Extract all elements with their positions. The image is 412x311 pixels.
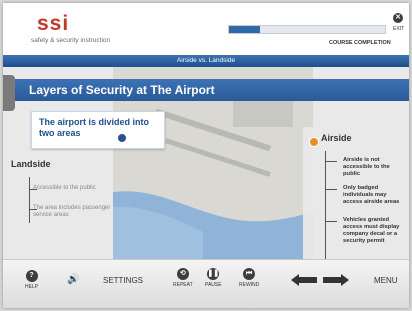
airside-panel: Airside Airside is not accessible to the… bbox=[303, 127, 409, 259]
landside-marker[interactable] bbox=[117, 133, 127, 143]
help-button[interactable]: ? HELP bbox=[25, 270, 38, 290]
footer-controls: ? HELP 🔊 SETTINGS ⟲ REPEAT ❚❚ PAUSE ⏮ RE… bbox=[3, 259, 409, 308]
header: ssi safety & security instruction COURSE… bbox=[3, 3, 409, 55]
landside-item: The area includes passenger service area… bbox=[33, 205, 111, 218]
progress-fill bbox=[229, 26, 261, 33]
logo: ssi bbox=[37, 12, 70, 35]
pause-button[interactable]: ❚❚ PAUSE bbox=[205, 268, 222, 288]
rewind-icon: ⏮ bbox=[243, 268, 256, 280]
repeat-icon: ⟲ bbox=[176, 268, 189, 280]
next-arrow-icon[interactable] bbox=[323, 274, 349, 286]
progress-bar bbox=[228, 25, 386, 34]
landside-item: Accessible to the public bbox=[33, 185, 96, 191]
airside-item: Airside is not accessible to the public bbox=[343, 157, 390, 177]
airside-bullet bbox=[325, 161, 337, 162]
exit-icon[interactable]: ✕ bbox=[393, 13, 403, 23]
airside-marker[interactable] bbox=[309, 137, 319, 147]
course-window: ssi safety & security instruction COURSE… bbox=[3, 3, 409, 308]
airside-item: Only badged individuals may access airsi… bbox=[343, 185, 400, 205]
airside-connector bbox=[325, 151, 326, 259]
content-area: Layers of Security at The Airport The ai… bbox=[3, 67, 409, 259]
section-title: Airside vs. Landside bbox=[3, 55, 409, 67]
rewind-label: REWIND bbox=[239, 282, 260, 288]
landside-title: Landside bbox=[11, 159, 51, 169]
tagline: safety & security instruction bbox=[31, 37, 111, 44]
airside-title: Airside bbox=[321, 133, 352, 143]
progress-label: COURSE COMPLETION bbox=[329, 40, 391, 46]
callout-box: The airport is divided into two areas bbox=[31, 111, 165, 149]
help-icon: ? bbox=[25, 270, 38, 282]
rewind-button[interactable]: ⏮ REWIND bbox=[239, 268, 259, 288]
repeat-label: REPEAT bbox=[173, 282, 193, 288]
volume-icon[interactable]: 🔊 bbox=[67, 274, 79, 285]
page-title: Layers of Security at The Airport bbox=[15, 79, 409, 101]
menu-button[interactable]: MENU bbox=[374, 276, 398, 285]
settings-button[interactable]: SETTINGS bbox=[103, 276, 143, 285]
side-tab[interactable] bbox=[3, 75, 15, 111]
airside-bullet bbox=[325, 221, 337, 222]
back-arrow-icon[interactable] bbox=[291, 274, 317, 286]
airside-bullet bbox=[325, 189, 337, 190]
pause-icon: ❚❚ bbox=[207, 268, 220, 280]
airside-item: Vehicles granted access must display com… bbox=[343, 217, 400, 244]
help-label: HELP bbox=[25, 284, 39, 290]
pause-label: PAUSE bbox=[205, 282, 222, 288]
landside-connector bbox=[29, 177, 30, 223]
landside-panel: Landside Accessible to the public The ar… bbox=[3, 151, 113, 259]
exit-label[interactable]: EXIT bbox=[393, 26, 404, 32]
repeat-button[interactable]: ⟲ REPEAT bbox=[173, 268, 193, 288]
